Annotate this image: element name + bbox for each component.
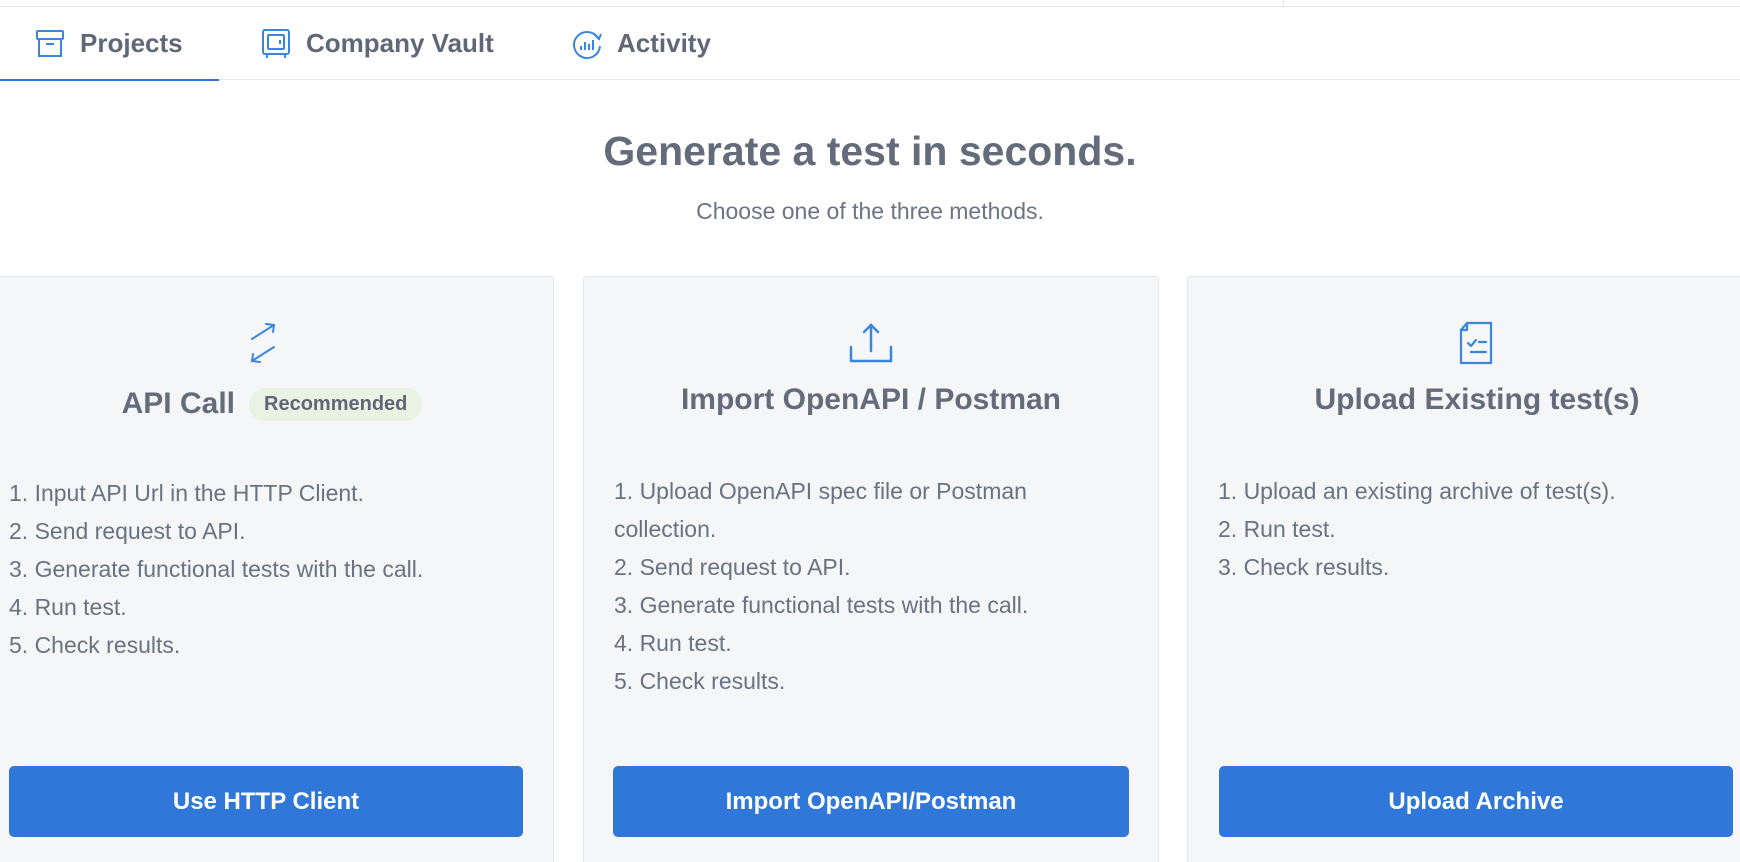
activity-chart-icon — [571, 28, 603, 60]
tab-projects[interactable]: Projects — [0, 7, 219, 81]
card-title: Upload Existing test(s) — [1314, 383, 1640, 416]
page-title: Generate a test in seconds. — [603, 128, 1137, 174]
tab-company-vault[interactable]: Company Vault — [260, 7, 494, 80]
step-item: 3. Check results. — [1218, 554, 1390, 580]
method-card-import: Import OpenAPI / Postman 1. Upload OpenA… — [583, 276, 1159, 862]
checklist-document-icon — [1454, 319, 1498, 367]
archive-box-icon — [34, 28, 66, 60]
tab-projects-label: Projects — [80, 28, 183, 58]
tab-activity[interactable]: Activity — [571, 7, 711, 80]
recommended-badge: Recommended — [249, 387, 423, 421]
vault-icon — [260, 28, 292, 60]
method-card-api-call: API Call Recommended 1. Input API Url in… — [0, 276, 554, 862]
step-item: 2. Send request to API. — [614, 554, 851, 580]
tab-company-vault-label: Company Vault — [306, 28, 494, 58]
step-item: 1. Input API Url in the HTTP Client. — [9, 480, 364, 506]
step-item: 4. Run test. — [9, 594, 127, 620]
page-subtitle: Choose one of the three methods. — [696, 198, 1044, 224]
card-title: Import OpenAPI / Postman — [680, 383, 1062, 416]
step-item: 3. Generate functional tests with the ca… — [9, 556, 424, 582]
use-http-client-button[interactable]: Use HTTP Client — [9, 766, 523, 837]
card-title-row: Upload Existing test(s) — [1188, 383, 1740, 417]
card-title-row: API Call Recommended — [0, 387, 553, 421]
steps-list: 1. Upload an existing archive of test(s)… — [1218, 472, 1616, 586]
arrows-diagonal-icon — [241, 319, 285, 367]
step-item: 2. Send request to API. — [9, 518, 246, 544]
upload-archive-button[interactable]: Upload Archive — [1219, 766, 1733, 837]
step-item: 1. Upload an existing archive of test(s)… — [1218, 478, 1616, 504]
card-title-row: Import OpenAPI / Postman — [584, 383, 1158, 417]
step-item: 4. Run test. — [614, 630, 732, 656]
step-item: 2. Run test. — [1218, 516, 1336, 542]
import-openapi-postman-button[interactable]: Import OpenAPI/Postman — [613, 766, 1129, 837]
step-item: 5. Check results. — [9, 632, 181, 658]
tab-bar: Projects Company Vault Activity — [0, 7, 1740, 81]
step-item: collection. — [614, 516, 717, 542]
steps-list: 1. Upload OpenAPI spec file or Postman c… — [614, 472, 1028, 700]
method-card-upload: Upload Existing test(s) 1. Upload an exi… — [1187, 276, 1740, 862]
step-item: 1. Upload OpenAPI spec file or Postman — [614, 478, 1027, 504]
steps-list: 1. Input API Url in the HTTP Client. 2. … — [9, 474, 423, 664]
upload-icon — [849, 319, 893, 367]
step-item: 3. Generate functional tests with the ca… — [614, 592, 1029, 618]
card-title: API Call — [121, 387, 235, 420]
step-item: 5. Check results. — [614, 668, 786, 694]
top-divider-tick — [1283, 0, 1284, 7]
tab-activity-label: Activity — [617, 28, 711, 58]
